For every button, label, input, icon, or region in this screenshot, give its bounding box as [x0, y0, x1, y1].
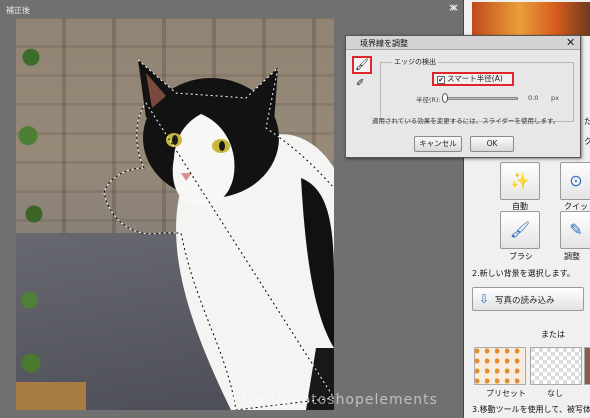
- dialog-hint: 適用されている効果を変更するには、スライダーを使用します。: [372, 117, 560, 125]
- cancel-button[interactable]: キャンセル: [414, 136, 462, 152]
- brush-icon: 🖌: [509, 220, 531, 239]
- refine-brush-button[interactable]: ✎: [560, 211, 590, 249]
- eraser-icon: ✐: [356, 78, 365, 89]
- dialog-close-icon[interactable]: ✕: [566, 36, 575, 49]
- cat-illustration: [103, 59, 334, 410]
- erase-refinements-tool-button[interactable]: ✐: [356, 78, 364, 89]
- panel-side-text: た: [584, 117, 590, 126]
- dialog-title: 境界線を調整: [360, 39, 408, 48]
- close-panel-icon[interactable]: ×: [450, 1, 459, 14]
- radius-slider-track[interactable]: [442, 97, 518, 100]
- refine-radius-tool-button[interactable]: 🖌: [352, 56, 372, 74]
- brush-select-label: ブラシ: [509, 252, 533, 261]
- checkmark-icon: ✔: [437, 76, 445, 84]
- load-photo-label: 写真の読み込み: [495, 296, 555, 306]
- radius-value[interactable]: 0.0: [528, 94, 538, 102]
- preview-thumbnail: [472, 2, 590, 36]
- preset-label: プリセット: [486, 389, 526, 398]
- ok-button[interactable]: OK: [470, 136, 514, 152]
- step2-instruction: 2.新しい背景を選択します。: [472, 269, 575, 278]
- no-background-swatch[interactable]: [530, 347, 582, 385]
- radius-slider-thumb[interactable]: [442, 93, 448, 103]
- step3-instruction: 3.移動ツールを使用して、被写体: [472, 405, 590, 414]
- edge-detection-label: エッジの検出: [392, 57, 438, 67]
- document-title: 補正後: [6, 6, 30, 15]
- color-background-swatch[interactable]: [584, 347, 590, 385]
- preset-background-swatch[interactable]: [474, 347, 526, 385]
- quick-select-icon: ⊙: [569, 171, 583, 190]
- smart-radius-label: スマート半径(A): [447, 74, 503, 83]
- refine-brush-label: 調整: [564, 252, 580, 261]
- radius-label: 半径(R):: [416, 96, 441, 104]
- watermark-text: http://photoshopelements: [232, 392, 438, 408]
- cat-photo-canvas[interactable]: [16, 18, 334, 410]
- edge-detection-group: [380, 62, 574, 122]
- smart-radius-checkbox[interactable]: ✔ スマート半径(A): [432, 72, 514, 86]
- brush-select-button[interactable]: 🖌: [500, 211, 540, 249]
- panel-side-text: ク: [584, 137, 590, 146]
- none-label: なし: [547, 389, 563, 398]
- load-photo-button[interactable]: ⇩ 写真の読み込み: [472, 287, 584, 311]
- quick-select-button[interactable]: ⊙: [560, 162, 590, 200]
- auto-select-button[interactable]: ✨: [500, 162, 540, 200]
- magic-wand-icon: ✨: [510, 171, 530, 190]
- brush-icon: 🖌: [355, 58, 369, 71]
- import-icon: ⇩: [478, 292, 490, 306]
- or-label: または: [541, 330, 565, 339]
- refine-edge-dialog: 境界線を調整 ✕ 🖌 ✐ エッジの検出 ✔ スマート半径(A) 半径(R): 0.…: [345, 35, 581, 158]
- radius-unit: px: [551, 94, 559, 102]
- refine-brush-icon: ✎: [569, 220, 583, 239]
